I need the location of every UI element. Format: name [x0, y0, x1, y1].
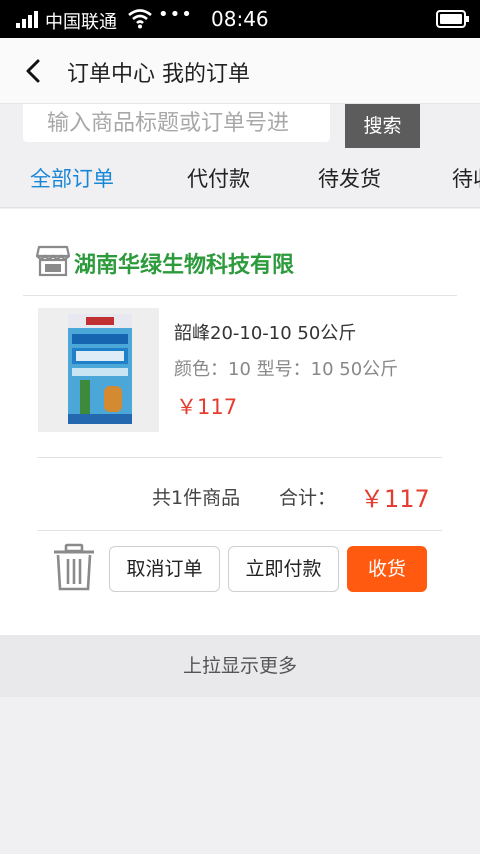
nav-bar: 订单中心 我的订单: [0, 38, 480, 104]
back-arrow-icon[interactable]: [22, 58, 46, 84]
divider: [23, 295, 457, 296]
divider: [37, 530, 442, 531]
product-image[interactable]: [38, 308, 159, 432]
total-label: 合计：: [279, 487, 337, 509]
total-price: ￥117: [360, 485, 430, 513]
product-name[interactable]: 韶峰20-10-10 50公斤: [174, 319, 356, 345]
more-dots: •••: [158, 4, 193, 25]
shop-name[interactable]: 湖南华绿生物科技有限: [74, 247, 294, 279]
load-more[interactable]: 上拉显示更多: [0, 635, 480, 697]
item-count: 共1件商品: [152, 487, 241, 509]
product-spec: 颜色：10 型号：10 50公斤: [174, 359, 399, 380]
signal-icon: [16, 11, 38, 28]
pay-now-button[interactable]: 立即付款: [228, 546, 339, 592]
page-title: 订单中心 我的订单: [67, 62, 250, 87]
shop-icon: [36, 245, 70, 277]
clock: 08:46: [211, 7, 269, 31]
cancel-order-button[interactable]: 取消订单: [109, 546, 220, 592]
status-bar: 中国联通 ••• 08:46: [0, 0, 480, 38]
wifi-icon: [128, 9, 152, 29]
divider: [37, 457, 442, 458]
product-price: ￥117: [176, 395, 238, 419]
order-tabs: 全部订单 代付款 待发货 待收货: [0, 150, 480, 208]
order-card: 湖南华绿生物科技有限 韶峰20-10-10 50公斤 颜色：10 型号：10 5…: [0, 209, 480, 635]
tab-pending-shipment[interactable]: 待发货: [318, 163, 381, 193]
search-bar: 搜索: [0, 104, 480, 150]
receive-button[interactable]: 收货: [347, 546, 427, 592]
tab-pending-payment[interactable]: 代付款: [187, 163, 250, 193]
tab-all-orders[interactable]: 全部订单: [30, 163, 114, 193]
tab-pending-receipt[interactable]: 待收货: [452, 163, 480, 193]
search-input[interactable]: [23, 104, 330, 142]
battery-icon: [436, 10, 469, 28]
carrier-label: 中国联通: [45, 12, 117, 33]
search-button[interactable]: 搜索: [345, 104, 420, 148]
trash-icon[interactable]: [52, 543, 96, 591]
